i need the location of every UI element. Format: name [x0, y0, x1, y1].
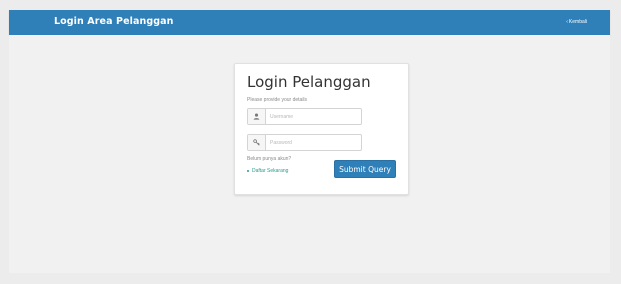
key-icon — [248, 135, 266, 150]
username-field — [247, 108, 362, 125]
top-navbar: Login Area Pelanggan ‹ Kembali — [9, 10, 610, 35]
user-icon — [248, 109, 266, 124]
login-card: Login Pelanggan Please provide your deta… — [234, 63, 409, 195]
username-input[interactable] — [266, 110, 354, 123]
site-title: Login Area Pelanggan — [54, 16, 174, 27]
register-link-label: Daftar Sekarang — [252, 168, 289, 174]
password-field — [247, 134, 362, 151]
login-title: Login Pelanggan — [247, 73, 371, 91]
password-input[interactable] — [266, 136, 354, 149]
chevron-left-icon: ‹ — [566, 19, 568, 25]
back-link[interactable]: ‹ Kembali — [566, 19, 587, 25]
back-link-label: Kembali — [568, 19, 587, 25]
register-hint: Belum punya akun? — [247, 156, 292, 162]
login-subtitle: Please provide your details — [247, 97, 308, 103]
register-link[interactable]: Daftar Sekarang — [247, 168, 288, 174]
bullet-icon — [247, 170, 249, 172]
submit-button[interactable]: Submit Query — [334, 160, 396, 178]
